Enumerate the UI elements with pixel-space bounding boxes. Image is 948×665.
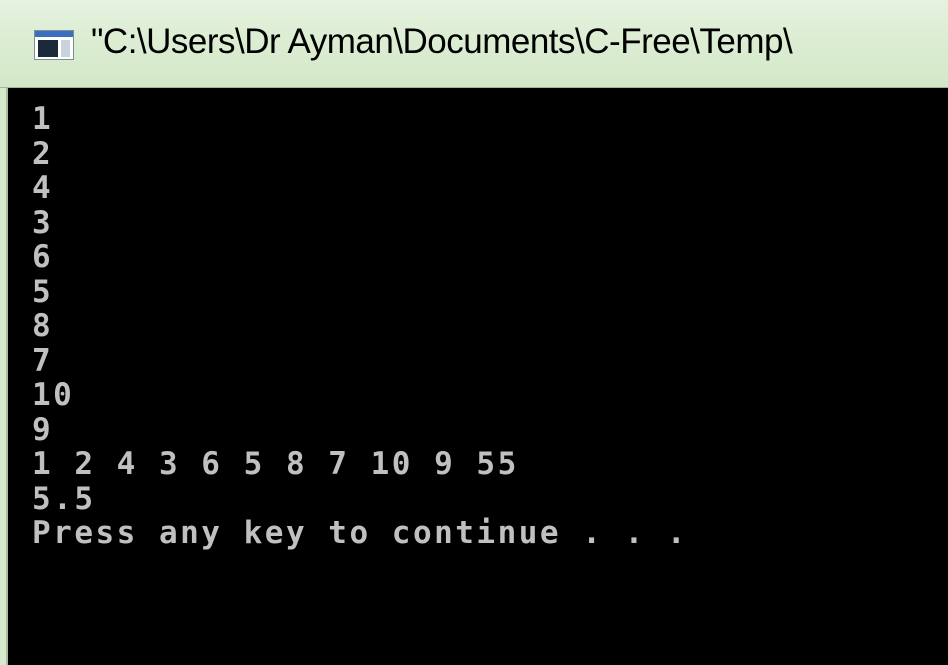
console-line: 4 bbox=[32, 170, 54, 206]
console-line: 1 2 4 3 6 5 8 7 10 9 55 bbox=[32, 446, 519, 482]
console-line: 6 bbox=[32, 239, 54, 275]
console-window-icon[interactable] bbox=[34, 30, 74, 60]
window-frame-left bbox=[0, 88, 8, 665]
console-line: 5 bbox=[32, 273, 54, 310]
console-line: 3 bbox=[32, 204, 54, 241]
console-line: 9 bbox=[32, 411, 54, 448]
title-bar[interactable]: "C:\Users\Dr Ayman\Documents\C-Free\Temp… bbox=[0, 0, 948, 88]
console-line: 2 bbox=[32, 135, 54, 172]
console-window: "C:\Users\Dr Ayman\Documents\C-Free\Temp… bbox=[0, 0, 948, 665]
console-line: 5.5 bbox=[32, 480, 96, 517]
console-output: 1 2 4 3 6 5 8 7 10 9 1 2 4 3 6 5 8 7 10 … bbox=[32, 102, 688, 551]
console-prompt-line: Press any key to continue . . . bbox=[32, 515, 689, 551]
console-output-area[interactable]: 1 2 4 3 6 5 8 7 10 9 1 2 4 3 6 5 8 7 10 … bbox=[8, 88, 948, 665]
console-line: 7 bbox=[32, 342, 54, 379]
console-line: 10 bbox=[32, 377, 75, 413]
console-line: 8 bbox=[32, 308, 54, 344]
window-title: "C:\Users\Dr Ayman\Documents\C-Free\Temp… bbox=[91, 22, 793, 61]
console-line: 1 bbox=[32, 101, 54, 137]
